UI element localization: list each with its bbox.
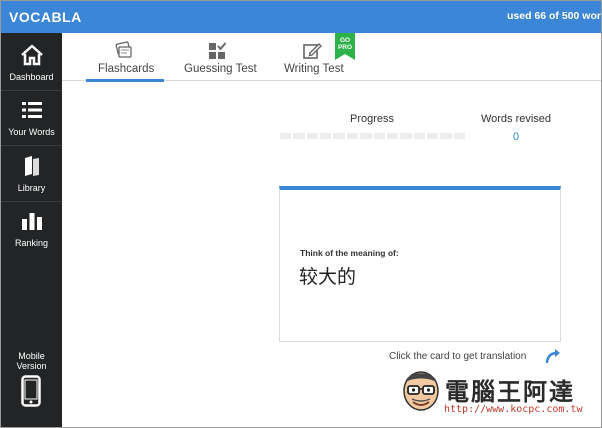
progress-segment (346, 133, 359, 139)
mobile-label-line1: Mobile (18, 351, 45, 361)
progress-segment (333, 133, 345, 139)
progress-segment (440, 133, 452, 139)
words-revised-title: Words revised (480, 113, 552, 125)
divider (1, 90, 62, 91)
sidebar-item-label: Dashboard (9, 72, 54, 82)
flashcard[interactable]: Think of the meaning of: 较大的 (279, 186, 561, 342)
tab-label: Flashcards (98, 63, 155, 75)
app-logo[interactable]: VOCABLA (9, 9, 82, 25)
watermark-title: 電腦王阿達 (445, 378, 575, 406)
go-pro-badge[interactable]: GO PRO (335, 33, 355, 60)
list-icon (22, 102, 42, 118)
words-revised-count[interactable]: 0 (467, 131, 565, 143)
progress-segment (320, 133, 332, 139)
watermark-url: http://www.kocpc.com.tw (444, 404, 583, 415)
divider (1, 201, 62, 202)
go-pro-line1: GO (340, 37, 350, 44)
sidebar-item-label: Ranking (14, 238, 49, 248)
progress-segment (373, 133, 385, 139)
sidebar-item-label: Your Words (8, 127, 55, 137)
grid-check-icon (209, 42, 227, 59)
progress-segment (306, 133, 319, 139)
watermark-mascot-icon (403, 371, 439, 411)
top-bar: VOCABLA used 66 of 500 words (1, 1, 601, 33)
progress-segment (413, 133, 425, 139)
card-word: 较大的 (299, 266, 357, 288)
progress-segment (426, 133, 439, 139)
mobile-label-line2: Version (16, 361, 47, 371)
usage-counter: used 66 of 500 words (507, 10, 601, 22)
progress-title: Progress (349, 113, 395, 125)
sidebar-item-your-words[interactable]: Your Words (1, 92, 62, 144)
tab-label: Writing Test (284, 63, 344, 75)
progress-segment (293, 133, 305, 139)
sidebar-item-mobile-version[interactable]: Mobile Version (1, 349, 62, 427)
home-icon (21, 44, 43, 66)
sidebar-item-ranking[interactable]: Ranking (1, 203, 62, 255)
tab-flashcards[interactable]: Flashcards (86, 33, 164, 82)
cards-icon (115, 41, 132, 58)
progress-segment (400, 133, 412, 139)
mobile-version-label: Mobile Version (1, 351, 62, 371)
card-prompt: Think of the meaning of: (300, 248, 399, 258)
divider (1, 145, 62, 146)
progress-bar (280, 133, 466, 139)
sidebar-item-dashboard[interactable]: Dashboard (1, 37, 62, 89)
progress-segment (360, 133, 372, 139)
active-tab-indicator (86, 79, 164, 82)
app-window: VOCABLA used 66 of 500 words Dashboard Y… (0, 0, 602, 428)
phone-icon (21, 375, 41, 407)
tab-label: Guessing Test (184, 63, 257, 75)
edit-icon (303, 43, 322, 59)
flip-arrow-icon[interactable] (544, 348, 562, 364)
progress-segment (453, 133, 466, 139)
translation-hint: Click the card to get translation (389, 351, 527, 362)
sidebar: Dashboard Your Words Library Ranking Mob… (1, 33, 62, 427)
books-icon (25, 156, 39, 176)
sidebar-item-library[interactable]: Library (1, 148, 62, 200)
tab-guessing-test[interactable]: Guessing Test (182, 33, 262, 81)
progress-segment (386, 133, 399, 139)
sidebar-item-label: Library (17, 183, 46, 193)
tab-bar: Flashcards Guessing Test Writing Test GO… (62, 33, 601, 82)
bar-chart-icon (22, 213, 42, 230)
go-pro-line2: PRO (338, 44, 352, 51)
progress-segment (280, 133, 292, 139)
